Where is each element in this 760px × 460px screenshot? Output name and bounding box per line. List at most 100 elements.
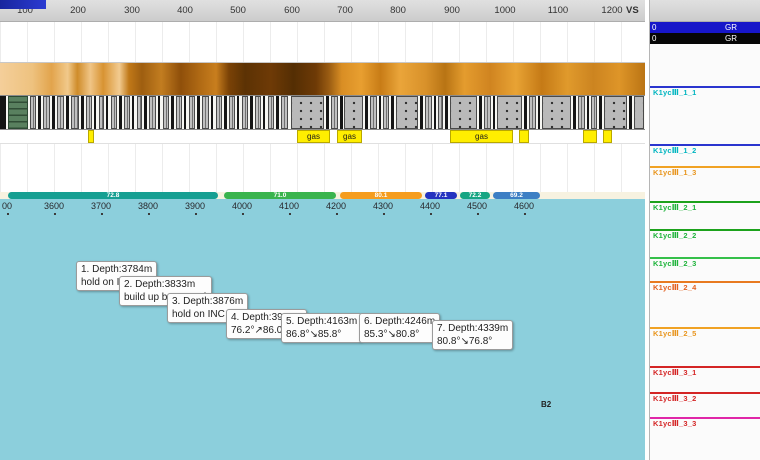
panel-ruler-strip	[650, 0, 760, 22]
horizon-marker[interactable]: K1ycⅢ_2_5	[650, 327, 760, 329]
lithology-segment	[71, 96, 79, 129]
track-gr-curve	[0, 22, 645, 63]
lithology-segment	[434, 96, 436, 129]
lithology-segment	[268, 96, 274, 129]
inclination-segment: 80.1	[340, 192, 422, 199]
gr-curve-plot	[0, 22, 645, 63]
lithology-segment	[479, 96, 482, 129]
lithology-segment	[158, 96, 160, 129]
lithology-segment	[573, 96, 576, 129]
horizon-label: K1ycⅢ_3_3	[653, 419, 697, 428]
gr-curve-name: GR	[725, 22, 737, 33]
vs-ruler-tick: 1000	[494, 5, 515, 16]
gas-show-label	[88, 130, 94, 143]
lithology-segment	[529, 96, 536, 129]
lithology-segment	[99, 96, 104, 129]
lithology-segment	[578, 96, 585, 129]
depth-ruler-tick: 3800	[138, 201, 158, 211]
horizon-label: K1ycⅢ_1_2	[653, 146, 697, 155]
lithology-segment	[438, 96, 443, 129]
lithology-segment	[344, 96, 363, 129]
lithology-segment	[445, 96, 448, 129]
lithology-segment	[237, 96, 239, 129]
lithology-segment	[276, 96, 279, 129]
lithology-segment	[197, 96, 200, 129]
lithology-segment	[81, 96, 84, 129]
vs-ruler-tick: 700	[337, 5, 353, 16]
lithology-segment	[497, 96, 522, 129]
lithology-segment	[106, 96, 108, 129]
lithology-segment	[171, 96, 174, 129]
seismic-section-view[interactable]: 0036003700380039004000410042004300440045…	[0, 199, 645, 460]
annotation-depth: 5. Depth:4163m	[286, 315, 357, 328]
lithology-segment	[52, 96, 55, 129]
trajectory-annotation[interactable]: 5. Depth:4163m 86.8°↘85.8°	[281, 313, 362, 343]
annotation-depth: 3. Depth:3876m	[172, 295, 243, 308]
horizon-marker[interactable]: K1ycⅢ_2_2	[650, 229, 760, 231]
lithology-segment	[66, 96, 69, 129]
lithology-segment	[176, 96, 182, 129]
horizon-marker[interactable]: K1ycⅢ_2_4	[650, 281, 760, 283]
gr-log-panel: 0 GR 0 GR K1ycⅢ_1_1 K1ycⅢ_1_2 K1ycⅢ_1_3	[649, 0, 760, 460]
lithology-segment	[326, 96, 329, 129]
lithology-segment	[255, 96, 261, 129]
horizon-marker[interactable]: K1ycⅢ_2_1	[650, 201, 760, 203]
horizon-marker[interactable]: K1ycⅢ_1_3	[650, 166, 760, 168]
lithology-segment	[184, 96, 186, 129]
gr-scale-min: 0	[652, 33, 656, 44]
lithology-segment	[604, 96, 627, 129]
horizon-label: K1ycⅢ_2_1	[653, 203, 697, 212]
lithology-segment	[211, 96, 213, 129]
lithology-segment	[38, 96, 41, 129]
gas-show-label	[583, 130, 597, 143]
depth-ruler-tick: 3600	[44, 201, 64, 211]
depth-ruler-tick: 4100	[279, 201, 299, 211]
horizon-marker[interactable]: K1ycⅢ_3_3	[650, 417, 760, 419]
depth-ruler-tick: 00	[2, 201, 12, 211]
lithology-segment	[331, 96, 338, 129]
vs-ruler-tick: 200	[70, 5, 86, 16]
depth-ruler-tick: 3900	[185, 201, 205, 211]
inclination-segment: 72.2	[460, 192, 490, 199]
gr-log-body[interactable]: K1ycⅢ_1_1 K1ycⅢ_1_2 K1ycⅢ_1_3 K1ycⅢ_2_1 …	[650, 44, 760, 460]
lithology-segment	[137, 96, 142, 129]
lithology-segment	[8, 96, 28, 129]
horizon-label: K1ycⅢ_2_3	[653, 259, 697, 268]
horizon-marker[interactable]: K1ycⅢ_3_1	[650, 366, 760, 368]
horizon-marker[interactable]: K1ycⅢ_3_2	[650, 392, 760, 394]
horizon-marker[interactable]: K1ycⅢ_1_1	[650, 86, 760, 88]
horizon-label: K1ycⅢ_3_1	[653, 368, 697, 377]
lithology-segment	[629, 96, 632, 129]
annotation-depth: 6. Depth:4246m	[364, 315, 435, 328]
depth-ruler-tick: 4600	[514, 201, 534, 211]
depth-ruler-tick: 3700	[91, 201, 111, 211]
lithology-segment	[524, 96, 527, 129]
lithology-segment	[43, 96, 50, 129]
lithology-segment	[484, 96, 491, 129]
horizon-label: K1ycⅢ_1_1	[653, 88, 697, 97]
gas-show-label: gas	[337, 130, 362, 143]
lithology-segment	[425, 96, 432, 129]
trajectory-annotation[interactable]: 6. Depth:4246m 85.3°↘80.8°	[359, 313, 440, 343]
trajectory-annotation[interactable]: 7. Depth:4339m 80.8°↘76.8°	[432, 320, 513, 350]
horizon-label: K1ycⅢ_1_3	[653, 168, 697, 177]
horizon-marker[interactable]: K1ycⅢ_1_2	[650, 144, 760, 146]
lithology-segment	[94, 96, 96, 129]
lithology-segment	[189, 96, 195, 129]
gas-show-label: gas	[450, 130, 513, 143]
lithology-segment	[291, 96, 324, 129]
log-curves-plot	[0, 144, 645, 192]
gas-show-label	[603, 130, 612, 143]
lithology-segment	[57, 96, 64, 129]
track-color-band	[0, 63, 645, 95]
lithology-segment	[365, 96, 368, 129]
annotation-depth: 2. Depth:3833m	[124, 278, 207, 291]
lithology-segment	[119, 96, 122, 129]
annotation-inclination: 85.3°↘80.8°	[364, 328, 435, 341]
lithology-segment	[383, 96, 389, 129]
lithology-segment	[224, 96, 227, 129]
lithology-segment	[340, 96, 343, 129]
horizon-marker[interactable]: K1ycⅢ_2_3	[650, 257, 760, 259]
horizon-label: K1ycⅢ_3_2	[653, 394, 697, 403]
vs-ruler-tick: 500	[230, 5, 246, 16]
